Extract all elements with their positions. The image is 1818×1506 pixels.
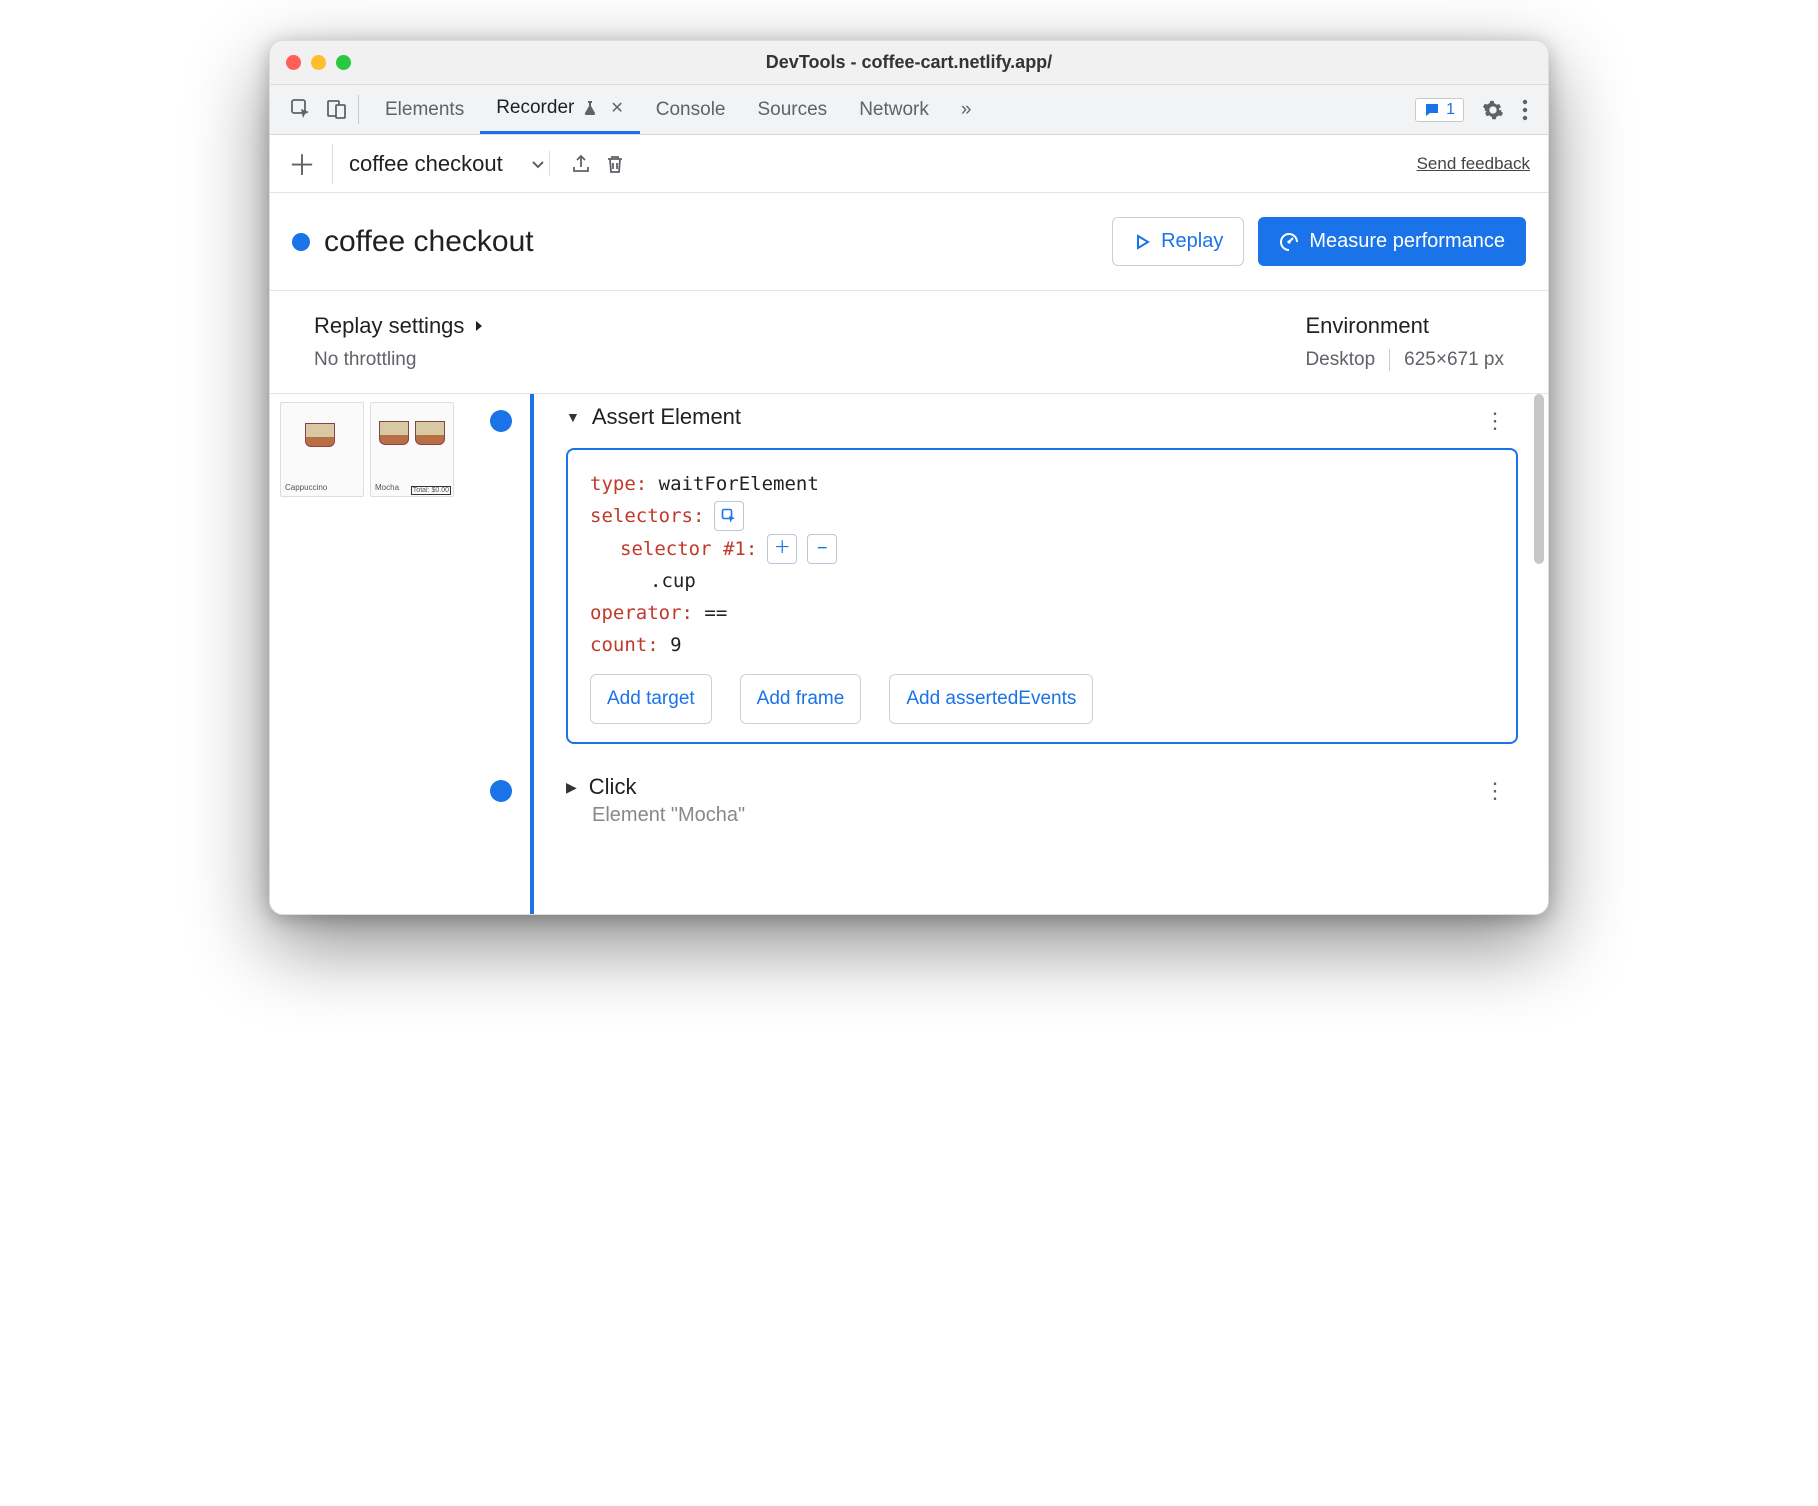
recorder-toolbar: ＋ coffee checkout Send feedback (270, 135, 1548, 193)
env-dimensions: 625×671 px (1404, 349, 1504, 371)
screenshot-thumbnails: Cappuccino Mocha Total: $0.00 (270, 394, 470, 914)
minimize-window-button[interactable] (311, 55, 326, 70)
replay-button[interactable]: Replay (1112, 217, 1244, 266)
prop-val-operator[interactable]: == (704, 602, 727, 624)
env-device: Desktop (1305, 349, 1375, 371)
messages-badge[interactable]: 1 (1415, 98, 1464, 122)
recording-select[interactable]: coffee checkout (349, 151, 531, 176)
replay-settings-toggle[interactable]: Replay settings (314, 313, 486, 339)
new-recording-button[interactable]: ＋ (288, 144, 333, 184)
flow-header: coffee checkout Replay Measure performan… (270, 193, 1548, 291)
step-kebab-icon[interactable]: ⋮ (1484, 408, 1508, 434)
tab-console[interactable]: Console (640, 85, 742, 134)
export-icon[interactable] (564, 147, 598, 181)
tab-sources[interactable]: Sources (741, 85, 843, 134)
close-window-button[interactable] (286, 55, 301, 70)
prop-key-operator: operator (590, 602, 682, 624)
prop-key-selectors: selectors (590, 505, 693, 527)
timeline-area: Cappuccino Mocha Total: $0.00 ▼ Assert E… (270, 394, 1548, 914)
window-title: DevTools - coffee-cart.netlify.app/ (270, 52, 1548, 73)
prop-val-type[interactable]: waitForElement (659, 473, 819, 495)
settings-row: Replay settings No throttling Environmen… (270, 291, 1548, 394)
step-header[interactable]: ▶ Click (566, 774, 1518, 800)
measure-label: Measure performance (1309, 230, 1505, 253)
devtools-tabbar: Elements Recorder ✕ Console Sources Netw… (270, 85, 1548, 135)
replay-settings-label: Replay settings (314, 313, 464, 339)
messages-count: 1 (1446, 101, 1455, 119)
add-frame-button[interactable]: Add frame (740, 674, 862, 724)
scrollbar-thumb[interactable] (1534, 394, 1544, 564)
selector-value[interactable]: .cup (650, 565, 1494, 597)
prop-key-count: count (590, 634, 647, 656)
settings-icon[interactable] (1482, 99, 1504, 121)
env-divider (1389, 349, 1390, 371)
remove-selector-button[interactable]: − (807, 534, 837, 564)
add-target-button[interactable]: Add target (590, 674, 712, 724)
flow-title: coffee checkout (324, 225, 1112, 259)
prop-val-count[interactable]: 9 (670, 634, 681, 656)
pick-selector-icon[interactable] (714, 501, 744, 531)
inspect-element-icon[interactable] (290, 98, 312, 120)
prop-key-type: type (590, 473, 636, 495)
tab-elements[interactable]: Elements (369, 85, 480, 134)
measure-performance-button[interactable]: Measure performance (1258, 217, 1526, 266)
replay-label: Replay (1161, 230, 1223, 253)
titlebar: DevTools - coffee-cart.netlify.app/ (270, 41, 1548, 85)
step-title: Click (589, 774, 637, 800)
tab-recorder-label: Recorder (496, 97, 574, 119)
environment-heading: Environment (1305, 313, 1504, 339)
timeline-node (490, 780, 512, 802)
step-click: ▶ Click ⋮ Element "Mocha" (566, 774, 1518, 827)
send-feedback-link[interactable]: Send feedback (1417, 154, 1530, 174)
step-assert-element: ▼ Assert Element ⋮ type: waitForElement … (566, 404, 1518, 744)
selector-label: selector #1 (620, 538, 746, 560)
more-tabs-button[interactable]: » (945, 85, 988, 134)
thumbnail-2[interactable]: Mocha Total: $0.00 (370, 402, 454, 497)
devtools-window: DevTools - coffee-cart.netlify.app/ Elem… (269, 40, 1549, 915)
close-tab-icon[interactable]: ✕ (610, 98, 623, 118)
tab-network[interactable]: Network (843, 85, 945, 134)
flask-icon (582, 100, 598, 116)
delete-icon[interactable] (598, 147, 632, 181)
zoom-window-button[interactable] (336, 55, 351, 70)
step-header[interactable]: ▼ Assert Element (566, 404, 1518, 430)
add-selector-button[interactable]: ＋ (767, 534, 797, 564)
step-subtitle: Element "Mocha" (592, 804, 1518, 827)
step-kebab-icon[interactable]: ⋮ (1484, 778, 1508, 804)
chevron-down-icon: ▼ (566, 409, 580, 425)
step-title: Assert Element (592, 404, 741, 430)
kebab-menu-icon[interactable] (1522, 99, 1528, 121)
step-details: type: waitForElement selectors: selector… (566, 448, 1518, 744)
timeline-node (490, 410, 512, 432)
throttling-value: No throttling (314, 349, 486, 371)
add-asserted-events-button[interactable]: Add assertedEvents (889, 674, 1093, 724)
device-toolbar-icon[interactable] (326, 98, 348, 120)
status-indicator (292, 233, 310, 251)
window-controls (286, 55, 351, 70)
chevron-right-icon (472, 319, 486, 333)
tab-recorder[interactable]: Recorder ✕ (480, 85, 640, 134)
chevron-right-icon: ▶ (566, 779, 577, 796)
chevron-down-icon (529, 155, 547, 173)
thumbnail-1[interactable]: Cappuccino (280, 402, 364, 497)
